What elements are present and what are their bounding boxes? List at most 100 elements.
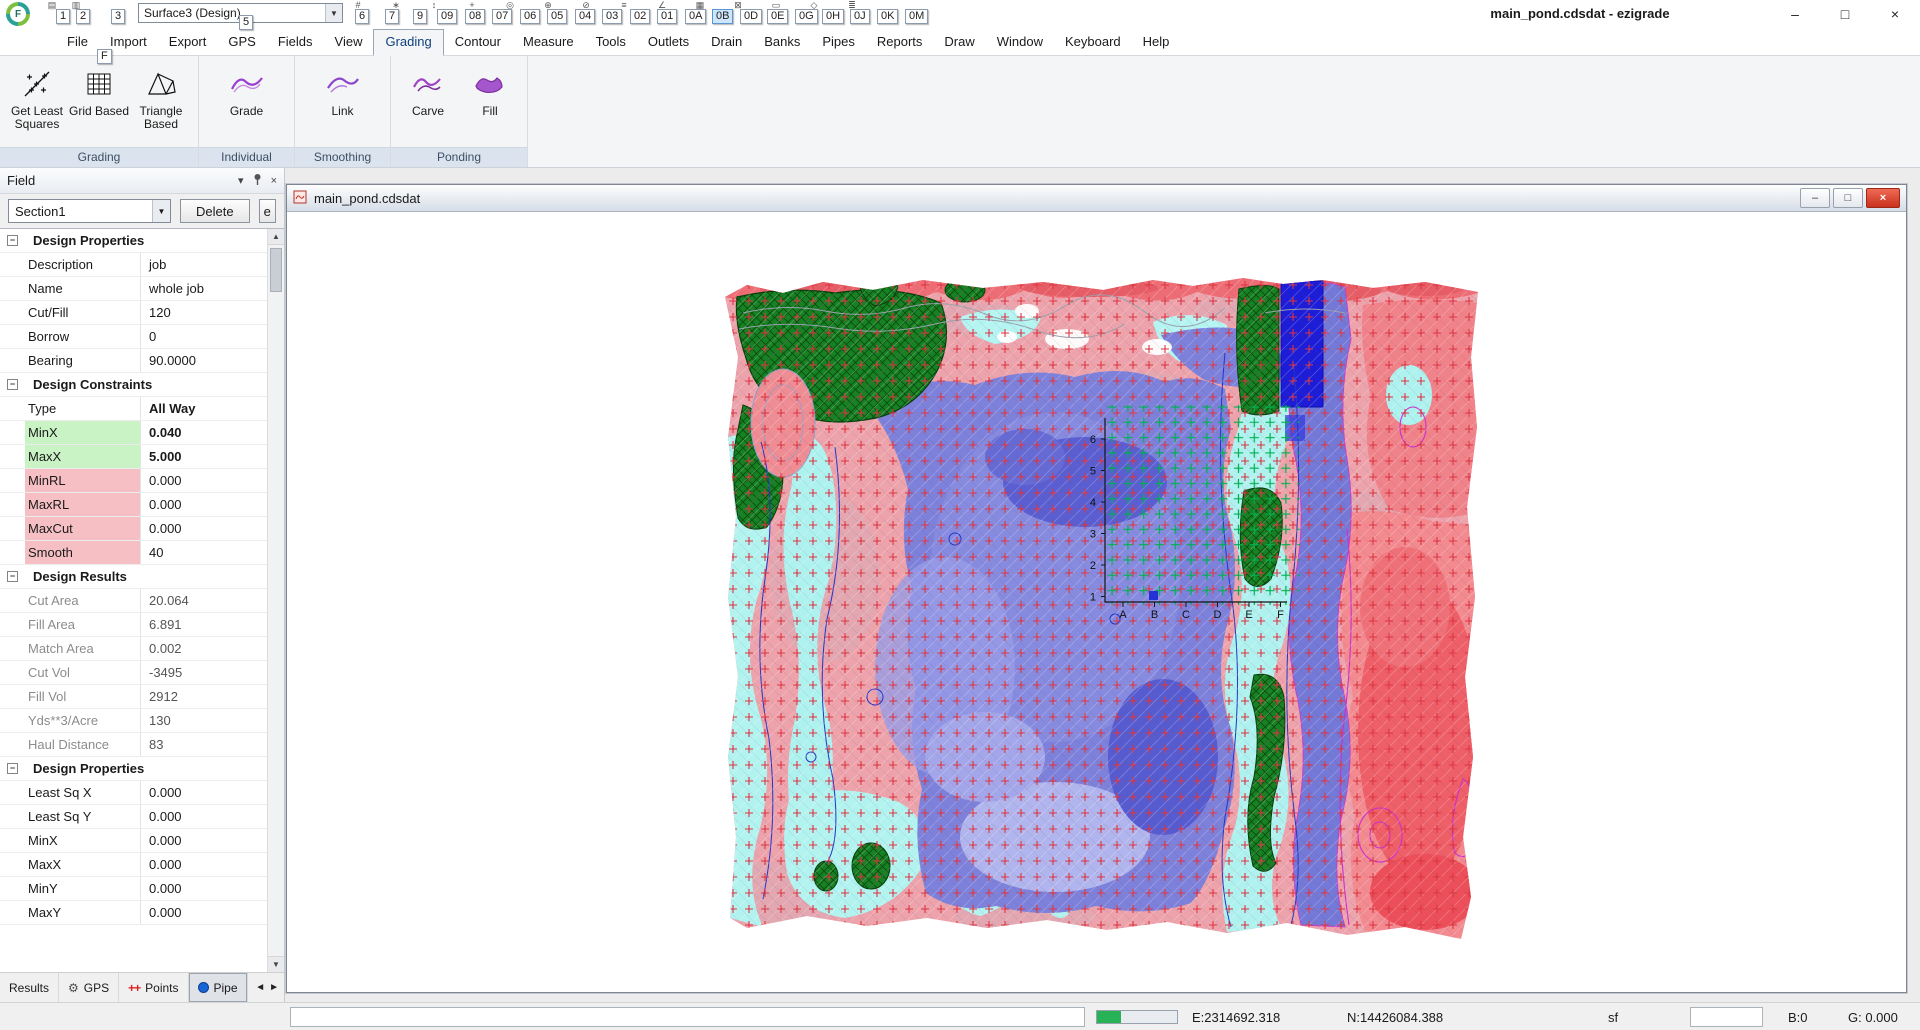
grid-row-fill-area[interactable]: Fill Area6.891 bbox=[0, 613, 267, 637]
menu-grading[interactable]: Grading bbox=[373, 29, 443, 56]
app-logo-icon[interactable]: F bbox=[6, 2, 30, 26]
grid-row-bearing[interactable]: Bearing90.0000 bbox=[0, 349, 267, 373]
delete-button[interactable]: Delete bbox=[180, 199, 250, 223]
menu-measure[interactable]: Measure bbox=[512, 30, 585, 55]
collapse-icon[interactable]: − bbox=[7, 763, 18, 774]
pin-icon[interactable] bbox=[253, 173, 262, 188]
grid-row-match-area[interactable]: Match Area0.002 bbox=[0, 637, 267, 661]
keytip-06[interactable]: 06 bbox=[520, 9, 540, 24]
ribbon-button-grid-based[interactable]: Grid Based bbox=[68, 64, 130, 118]
collapse-icon[interactable]: − bbox=[7, 379, 18, 390]
menu-file[interactable]: File bbox=[56, 30, 99, 55]
grid-row-fill-vol[interactable]: Fill Vol2912 bbox=[0, 685, 267, 709]
map-canvas[interactable]: 654321ABCDEF bbox=[287, 212, 1906, 992]
grid-row-value[interactable]: 0.000 bbox=[141, 805, 267, 828]
keytip-01[interactable]: 01 bbox=[657, 9, 677, 24]
terrain-map[interactable]: 654321ABCDEF bbox=[725, 277, 1478, 939]
chevron-down-icon[interactable]: ▼ bbox=[152, 200, 170, 222]
grid-row-description[interactable]: Descriptionjob bbox=[0, 253, 267, 277]
grid-row-borrow[interactable]: Borrow0 bbox=[0, 325, 267, 349]
keytip-3[interactable]: 3 bbox=[111, 9, 125, 24]
ribbon-button-fill[interactable]: Fill bbox=[459, 64, 521, 118]
menu-draw[interactable]: Draw bbox=[933, 30, 985, 55]
scroll-up-icon[interactable]: ▲ bbox=[268, 229, 284, 245]
scroll-thumb[interactable] bbox=[270, 248, 282, 292]
menu-tools[interactable]: Tools bbox=[585, 30, 637, 55]
tab-pipe[interactable]: Pipe bbox=[189, 973, 248, 1002]
keytip-0B[interactable]: 0B bbox=[712, 9, 733, 24]
menu-banks[interactable]: Banks bbox=[753, 30, 811, 55]
chevron-down-icon[interactable]: ▼ bbox=[325, 4, 342, 22]
menu-help[interactable]: Help bbox=[1132, 30, 1181, 55]
keytip-07[interactable]: 07 bbox=[492, 9, 512, 24]
grid-row-minx[interactable]: MinX0.040 bbox=[0, 421, 267, 445]
ribbon-button-triangle-based[interactable]: Triangle Based bbox=[130, 64, 192, 131]
maximize-button[interactable]: □ bbox=[1820, 0, 1870, 28]
keytip-05[interactable]: 05 bbox=[547, 9, 567, 24]
grid-row-value[interactable]: 0.002 bbox=[141, 637, 267, 660]
menu-drain[interactable]: Drain bbox=[700, 30, 753, 55]
grid-row-maxrl[interactable]: MaxRL0.000 bbox=[0, 493, 267, 517]
ribbon-button-grade[interactable]: Grade bbox=[216, 64, 278, 118]
collapse-icon[interactable]: − bbox=[7, 235, 18, 246]
menu-keyboard[interactable]: Keyboard bbox=[1054, 30, 1132, 55]
grid-row-smooth[interactable]: Smooth40 bbox=[0, 541, 267, 565]
grid-row-value[interactable]: 0.000 bbox=[141, 493, 267, 516]
grid-row-value[interactable]: 0.000 bbox=[141, 901, 267, 924]
grid-row-value[interactable]: 6.891 bbox=[141, 613, 267, 636]
panel-close-icon[interactable]: × bbox=[271, 175, 277, 187]
tabs-scroll-left-icon[interactable]: ◄ bbox=[255, 982, 265, 993]
keytip-0G[interactable]: 0G bbox=[795, 9, 818, 24]
keytip-2[interactable]: 2 bbox=[76, 9, 90, 24]
tab-results[interactable]: Results bbox=[0, 973, 59, 1002]
grid-row-value[interactable]: -3495 bbox=[141, 661, 267, 684]
minimize-button[interactable]: – bbox=[1770, 0, 1820, 28]
grid-row-value[interactable]: job bbox=[141, 253, 267, 276]
grid-row-least-sq-x[interactable]: Least Sq X0.000 bbox=[0, 781, 267, 805]
menu-gps[interactable]: GPS bbox=[217, 30, 266, 55]
keytip-1[interactable]: 1 bbox=[56, 9, 70, 24]
menu-pipes[interactable]: Pipes bbox=[811, 30, 866, 55]
grid-row-value[interactable]: 20.064 bbox=[141, 589, 267, 612]
grid-row-value[interactable]: 0.040 bbox=[141, 421, 267, 444]
grid-row-maxx[interactable]: MaxX0.000 bbox=[0, 853, 267, 877]
grid-group-header-1[interactable]: −Design Constraints bbox=[0, 373, 267, 397]
keytip-03[interactable]: 03 bbox=[602, 9, 622, 24]
grid-row-value[interactable]: 0.000 bbox=[141, 877, 267, 900]
tabs-scroll-right-icon[interactable]: ► bbox=[269, 982, 279, 993]
close-button[interactable]: × bbox=[1870, 0, 1920, 28]
keytip-0E[interactable]: 0E bbox=[767, 9, 788, 24]
menu-contour[interactable]: Contour bbox=[444, 30, 512, 55]
grid-row-minx[interactable]: MinX0.000 bbox=[0, 829, 267, 853]
menu-outlets[interactable]: Outlets bbox=[637, 30, 700, 55]
tab-points[interactable]: ++Points bbox=[119, 973, 188, 1002]
ribbon-button-get-least-squares[interactable]: Get Least Squares bbox=[6, 64, 68, 131]
ribbon-button-link[interactable]: Link bbox=[312, 64, 374, 118]
grid-row-value[interactable]: 5.000 bbox=[141, 445, 267, 468]
ribbon-button-carve[interactable]: Carve bbox=[397, 64, 459, 118]
doc-minimize-button[interactable]: – bbox=[1800, 188, 1830, 208]
grid-row-value[interactable]: 120 bbox=[141, 301, 267, 324]
grid-scrollbar[interactable]: ▲ ▼ bbox=[267, 229, 284, 972]
menu-fields[interactable]: Fields bbox=[267, 30, 324, 55]
grid-row-cut-area[interactable]: Cut Area20.064 bbox=[0, 589, 267, 613]
grid-group-header-3[interactable]: −Design Properties bbox=[0, 757, 267, 781]
keytip-04[interactable]: 04 bbox=[575, 9, 595, 24]
grid-row-miny[interactable]: MinY0.000 bbox=[0, 877, 267, 901]
tab-gps[interactable]: ⚙GPS bbox=[59, 973, 119, 1002]
menu-export[interactable]: Export bbox=[158, 30, 218, 55]
keytip-0H[interactable]: 0H bbox=[822, 9, 844, 24]
grid-row-minrl[interactable]: MinRL0.000 bbox=[0, 469, 267, 493]
keytip-0K[interactable]: 0K bbox=[877, 9, 898, 24]
doc-maximize-button[interactable]: □ bbox=[1833, 188, 1863, 208]
grid-row-haul-distance[interactable]: Haul Distance83 bbox=[0, 733, 267, 757]
grid-row-yds-3-acre[interactable]: Yds**3/Acre130 bbox=[0, 709, 267, 733]
grid-row-value[interactable]: 130 bbox=[141, 709, 267, 732]
grid-group-header-0[interactable]: −Design Properties bbox=[0, 229, 267, 253]
document-titlebar[interactable]: main_pond.cdsdat – □ × bbox=[287, 185, 1906, 212]
partial-button[interactable]: e bbox=[259, 199, 276, 223]
grid-row-value[interactable]: 90.0000 bbox=[141, 349, 267, 372]
grid-row-maxcut[interactable]: MaxCut0.000 bbox=[0, 517, 267, 541]
grid-row-value[interactable]: 2912 bbox=[141, 685, 267, 708]
keytip-0A[interactable]: 0A bbox=[685, 9, 706, 24]
